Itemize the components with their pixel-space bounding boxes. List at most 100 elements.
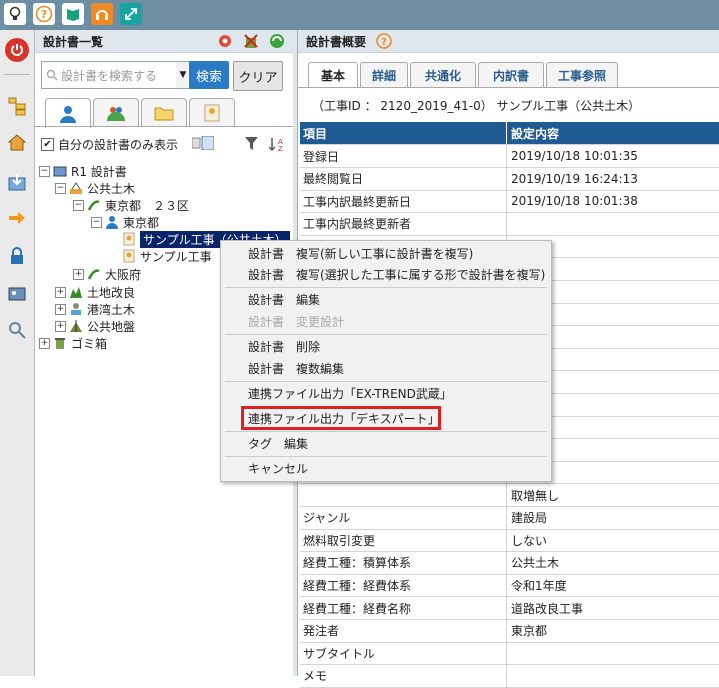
table-row[interactable]: 工事内訳最終更新者 <box>300 212 719 236</box>
book-icon[interactable] <box>62 3 84 25</box>
only-mine-checkbox-row[interactable]: ✔ 自分の設計書のみ表示 <box>41 136 178 153</box>
table-row[interactable]: 最終閲覧日 2019/10/19 16:24:13 <box>300 167 719 191</box>
design-search-input[interactable]: 設計書を検索する <box>41 61 177 89</box>
row-value: 2019/10/18 10:01:35 <box>511 149 638 163</box>
tree-node-label: 大阪府 <box>105 267 142 282</box>
filter-icon[interactable] <box>245 137 258 153</box>
tree-node[interactable]: + 土地改良 <box>55 284 135 300</box>
table-row[interactable]: 登録日 2019/10/18 10:01:35 <box>300 145 719 168</box>
table-row[interactable]: 経費工種：経費名称 道路改良工事 <box>300 597 719 620</box>
left-icon-bar <box>0 30 35 676</box>
expand-toggle[interactable]: + <box>73 268 84 280</box>
tree-node[interactable]: − 東京都 <box>91 214 159 230</box>
folder-icon <box>154 107 174 121</box>
row-item: サブタイトル <box>300 642 507 665</box>
tree-node[interactable]: + ゴミ箱 <box>39 335 107 351</box>
clear-button[interactable]: クリア <box>233 61 283 91</box>
table-row[interactable]: 経費工種：積算体系 公共土木 <box>300 551 719 575</box>
table-row[interactable]: ジャンル 建設局 <box>300 506 719 530</box>
expand-toggle[interactable]: + <box>39 337 50 349</box>
help-icon[interactable]: ? <box>376 33 392 49</box>
import-icon[interactable] <box>5 170 29 194</box>
tab-construction-ref[interactable]: 工事参照 <box>546 62 618 87</box>
document-person-node-icon <box>122 249 136 263</box>
menu-item-cancel[interactable]: キャンセル <box>248 458 308 478</box>
tree-node[interactable]: サンプル工事 <box>122 248 212 264</box>
tab-folder[interactable] <box>141 98 187 127</box>
collapse-toggle[interactable]: − <box>55 182 66 194</box>
tree-node[interactable]: − R1 設計書 <box>39 163 127 179</box>
table-row[interactable]: 発注者 東京都 <box>300 619 719 643</box>
row-value <box>507 642 719 664</box>
land-icon <box>69 285 83 299</box>
menu-item-export-extrend[interactable]: 連携ファイル出力「EX-TREND武蔵」 <box>248 383 452 403</box>
row-item: 工事内訳最終更新日 <box>300 190 507 213</box>
expand-toggle[interactable]: + <box>55 286 66 298</box>
lightbulb-icon[interactable] <box>4 3 26 25</box>
only-mine-label: 自分の設計書のみ表示 <box>58 138 179 152</box>
row-value: しない <box>511 533 548 548</box>
arrow-right-icon[interactable] <box>5 206 29 230</box>
table-row[interactable]: 取増無し <box>300 484 719 507</box>
tree-node[interactable]: − 公共土木 <box>55 180 135 196</box>
tab-document-person[interactable] <box>189 98 235 127</box>
tree-view-icon[interactable] <box>5 94 29 118</box>
tab-detail[interactable]: 詳細 <box>360 62 408 87</box>
document-person-icon <box>204 104 220 122</box>
table-row[interactable]: サブタイトル <box>300 642 719 666</box>
row-item: 経費工種：経費名称 <box>300 597 507 619</box>
table-row[interactable]: メモ <box>300 664 719 688</box>
row-value: 2019/10/18 10:01:38 <box>511 194 638 209</box>
tab-common[interactable]: 共通化 <box>410 62 476 87</box>
table-row[interactable]: 燃料取引変更 しない <box>300 529 719 553</box>
expand-toggle[interactable]: + <box>55 320 66 332</box>
collapse-toggle[interactable]: − <box>73 199 84 211</box>
refresh-icon[interactable] <box>269 33 285 52</box>
tree-node[interactable]: + 大阪府 <box>73 266 141 282</box>
expand-icon[interactable] <box>120 3 142 25</box>
tree-node[interactable]: − 東京都 ２３区 <box>73 197 189 213</box>
construction-info-line: （工事ID ： 2120_2019_41-0） サンプル工事（公共土木） <box>312 99 641 113</box>
tree-node-label: 土地改良 <box>87 285 136 300</box>
tree-node[interactable]: + 公共地盤 <box>55 318 135 334</box>
home-icon[interactable] <box>5 130 29 154</box>
id-card-icon[interactable] <box>5 282 29 306</box>
menu-item-copy-new[interactable]: 設計書 複写(新しい工事に設計書を複写) <box>248 243 473 263</box>
tree-node[interactable]: + 港湾土木 <box>55 301 135 317</box>
menu-item-edit[interactable]: 設計書 編集 <box>248 289 320 309</box>
row-item: ジャンル <box>300 506 507 529</box>
collapse-toggle[interactable]: − <box>39 165 50 177</box>
view-toggle-icon[interactable] <box>191 135 215 153</box>
search-button[interactable]: 検索 <box>189 61 229 89</box>
lock-icon[interactable] <box>5 244 29 268</box>
delete-icon[interactable] <box>243 33 259 52</box>
tab-person[interactable] <box>45 98 91 128</box>
target-icon[interactable] <box>218 34 232 51</box>
tab-breakdown[interactable]: 内訳書 <box>478 62 544 87</box>
folder-tree-icon <box>53 164 67 178</box>
help-icon[interactable]: ? <box>33 3 55 25</box>
expand-toggle[interactable]: + <box>55 303 66 315</box>
search-icon <box>46 69 58 81</box>
menu-item-delete[interactable]: 設計書 削除 <box>248 336 320 356</box>
power-icon[interactable] <box>5 38 29 62</box>
menu-item-multi-edit[interactable]: 設計書 複数編集 <box>248 358 344 378</box>
row-value: 令和1年度 <box>511 578 567 593</box>
headset-icon[interactable] <box>91 3 113 25</box>
table-row[interactable]: 工事内訳最終更新日 2019/10/18 10:01:38 <box>300 190 719 214</box>
checkbox[interactable]: ✔ <box>41 138 54 151</box>
header-item: 項目 <box>300 122 507 144</box>
sort-icon[interactable]: AZ <box>268 136 285 155</box>
menu-item-copy-selected[interactable]: 設計書 複写(選択した工事に属する形で設計書を複写) <box>248 264 545 284</box>
document-person-node-icon <box>122 232 136 246</box>
row-value: 東京都 <box>511 624 548 639</box>
row-item: 経費工種：積算体系 <box>300 551 507 574</box>
top-toolbar: ? <box>0 0 719 30</box>
tab-basic[interactable]: 基本 <box>308 62 358 88</box>
collapse-toggle[interactable]: − <box>91 216 102 228</box>
table-row[interactable]: 経費工種：経費体系 令和1年度 <box>300 574 719 598</box>
row-value: 2019/10/19 16:24:13 <box>511 171 638 186</box>
tab-group[interactable] <box>93 98 139 127</box>
menu-item-tag-edit[interactable]: タグ 編集 <box>248 433 308 453</box>
search-document-icon[interactable] <box>5 318 29 342</box>
